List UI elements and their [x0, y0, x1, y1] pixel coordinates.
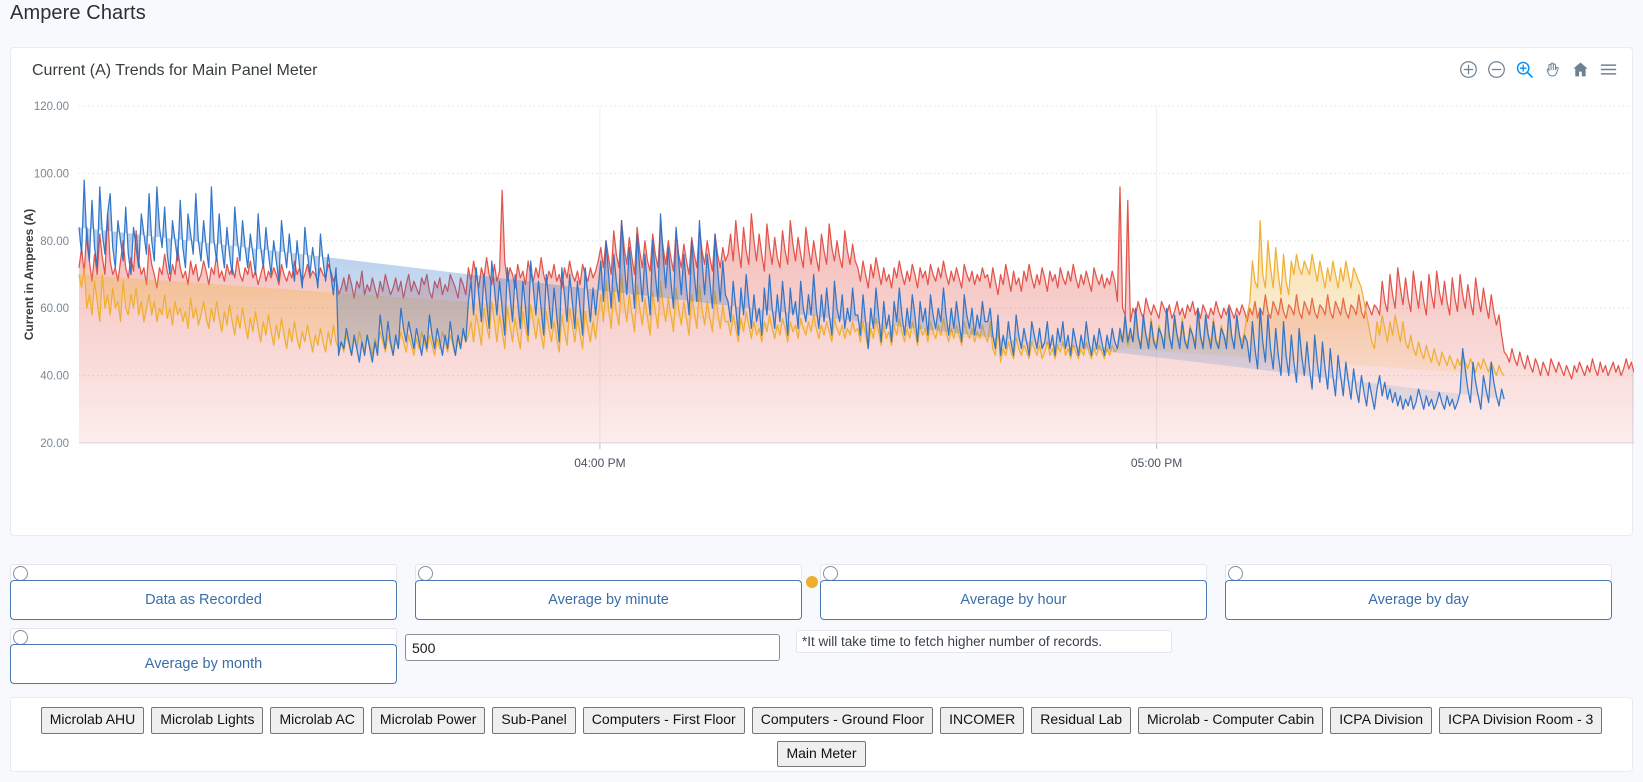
button-average-by-day[interactable]: Average by day — [1225, 580, 1612, 620]
option-average-by-minute: Average by minute — [415, 564, 802, 620]
chart-card: Current (A) Trends for Main Panel Meter — [10, 47, 1634, 589]
chart-title: Current (A) Trends for Main Panel Meter — [32, 62, 318, 79]
meter-button-microlab-lights[interactable]: Microlab Lights — [151, 707, 264, 734]
meter-button-incomer[interactable]: INCOMER — [940, 707, 1025, 734]
svg-text:120.00: 120.00 — [34, 101, 69, 113]
svg-text:20.00: 20.00 — [40, 438, 69, 450]
svg-text:04:00 PM: 04:00 PM — [574, 456, 625, 470]
meter-button-microlab-power[interactable]: Microlab Power — [370, 707, 486, 734]
chart-svg: 120.00 100.00 80.00 60.00 40.00 20.00 04:00 PM… — [22, 101, 1634, 470]
meter-button-microlab-computer-cabin[interactable]: Microlab - Computer Cabin — [1137, 707, 1324, 734]
app-root: Ampere Charts Current (A) Trends for Mai… — [0, 0, 1643, 782]
button-average-by-minute[interactable]: Average by minute — [415, 580, 802, 620]
button-average-by-hour[interactable]: Average by hour — [820, 580, 1207, 620]
option-average-by-month: Average by month — [10, 628, 397, 684]
radio-data-as-recorded[interactable] — [13, 566, 28, 581]
option-average-by-day: Average by day — [1225, 564, 1612, 620]
button-data-as-recorded[interactable]: Data as Recorded — [10, 580, 397, 620]
fetch-time-note: *It will take time to fetch higher numbe… — [796, 630, 1172, 653]
panning-icon[interactable] — [1543, 60, 1562, 79]
zoom-in-icon[interactable] — [1459, 60, 1478, 79]
zoom-out-icon[interactable] — [1487, 60, 1506, 79]
svg-text:60.00: 60.00 — [40, 303, 69, 315]
aggregation-options-row-1: Data as Recorded Average by minute Avera… — [10, 564, 1633, 620]
meter-button-computers-ground-floor[interactable]: Computers - Ground Floor — [751, 707, 934, 734]
meter-button-residual-lab[interactable]: Residual Lab — [1031, 707, 1131, 734]
button-average-by-month[interactable]: Average by month — [10, 644, 397, 684]
meter-button-sub-panel[interactable]: Sub-Panel — [492, 707, 576, 734]
selection-zoom-icon[interactable] — [1515, 60, 1534, 79]
radio-average-by-hour[interactable] — [823, 566, 838, 581]
radio-average-by-month[interactable] — [13, 630, 28, 645]
svg-text:100.00: 100.00 — [34, 168, 69, 180]
chart-toolbar — [1459, 60, 1618, 79]
meter-button-main-meter[interactable]: Main Meter — [777, 740, 866, 767]
meter-button-microlab-ahu[interactable]: Microlab AHU — [40, 707, 145, 734]
svg-text:80.00: 80.00 — [40, 236, 69, 248]
chart-plot-area[interactable]: 120.00 100.00 80.00 60.00 40.00 20.00 04:00 PM… — [11, 94, 1634, 537]
reset-home-icon[interactable] — [1571, 60, 1590, 79]
svg-text:05:00 PM: 05:00 PM — [1131, 456, 1182, 470]
meter-button-microlab-ac[interactable]: Microlab AC — [270, 707, 364, 734]
page-title: Ampere Charts — [10, 2, 146, 24]
radio-average-by-minute[interactable] — [418, 566, 433, 581]
meter-selector-card: Microlab AHU Microlab Lights Microlab AC… — [10, 697, 1633, 772]
option-average-by-hour: Average by hour — [820, 564, 1207, 620]
svg-text:40.00: 40.00 — [40, 371, 69, 383]
record-count-input[interactable] — [405, 634, 780, 661]
meter-button-icpa-division-room-3[interactable]: ICPA Division Room - 3 — [1439, 707, 1603, 734]
meter-buttons-row: Microlab AHU Microlab Lights Microlab AC… — [11, 698, 1632, 767]
meter-button-icpa-division[interactable]: ICPA Division — [1330, 707, 1433, 734]
option-data-as-recorded: Data as Recorded — [10, 564, 397, 620]
svg-text:Current in Amperes (A): Current in Amperes (A) — [22, 209, 36, 341]
menu-icon[interactable] — [1599, 60, 1618, 79]
radio-average-by-day[interactable] — [1228, 566, 1243, 581]
meter-button-computers-first-floor[interactable]: Computers - First Floor — [582, 707, 745, 734]
